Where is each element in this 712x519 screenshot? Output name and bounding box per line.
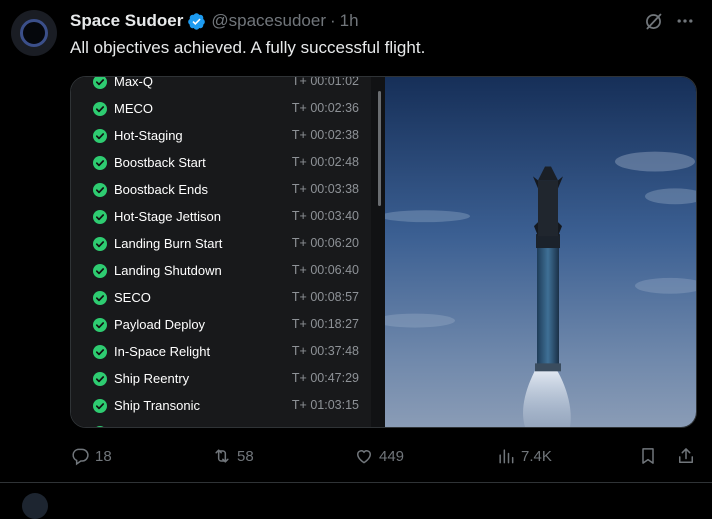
timeline-row: Max-Q T+ 00:01:02: [71, 77, 371, 96]
tweet-media[interactable]: Max-Q T+ 00:01:02 MECO T+ 00:02:36 Hot-Stagi…: [70, 76, 697, 428]
event-time: T+ 00:18:27: [291, 317, 359, 331]
event-label: Ship Reentry: [114, 371, 190, 386]
views-chart-icon: [499, 449, 514, 464]
repost-icon: [215, 449, 229, 463]
timeline-scrollbar: [378, 91, 381, 206]
tweet-text: All objectives achieved. A fully success…: [70, 38, 426, 57]
bookmark-icon: [642, 448, 654, 464]
timeline-row: Ship Subsonic T+ 01:04:30: [71, 420, 371, 427]
tweet-timestamp[interactable]: 1h: [340, 11, 359, 31]
event-label: Hot-Staging: [114, 128, 183, 143]
timeline-row: Hot-Stage Jettison T+ 00:03:40: [71, 204, 371, 231]
view-count: 7.4K: [521, 447, 552, 465]
bookmark-button[interactable]: [638, 444, 663, 468]
check-circle-icon: [93, 237, 107, 251]
like-count: 449: [379, 447, 405, 465]
timeline-row: In-Space Relight T+ 00:37:48: [71, 339, 371, 366]
event-time: T+ 00:02:48: [291, 155, 359, 169]
more-options-icon[interactable]: [675, 11, 695, 31]
event-label: Ship Transonic: [114, 398, 200, 413]
timeline-row: Ship Reentry T+ 00:47:29: [71, 366, 371, 393]
check-circle-icon: [93, 183, 107, 197]
views-button[interactable]: 7.4K: [496, 444, 552, 468]
check-circle-icon: [96, 426, 104, 427]
check-circle-icon: [93, 210, 107, 224]
reply-count: 18: [95, 447, 112, 465]
mission-timeline-list: Max-Q T+ 00:01:02 MECO T+ 00:02:36 Hot-Stagi…: [71, 77, 371, 427]
timeline-row: SECO T+ 00:08:57: [71, 285, 371, 312]
check-circle-icon: [93, 372, 107, 386]
reply-button[interactable]: 18: [70, 444, 112, 468]
tweet-actions: 18 58 449 7.4K: [70, 444, 700, 468]
check-circle-icon: [93, 345, 107, 359]
timeline-row: Hot-Staging T+ 00:02:38: [71, 123, 371, 150]
event-time: T+ 01:03:15: [291, 398, 359, 412]
event-label: Ship Subsonic: [114, 425, 197, 427]
heart-icon: [356, 450, 372, 464]
next-tweet-avatar[interactable]: [22, 493, 48, 519]
timeline-row: Ship Transonic T+ 01:03:15: [71, 393, 371, 420]
repost-button[interactable]: 58: [212, 444, 254, 468]
event-time: T+ 00:06:40: [291, 263, 359, 277]
share-button[interactable]: [676, 444, 701, 468]
check-circle-icon: [93, 102, 107, 116]
event-label: Boostback Ends: [114, 182, 208, 197]
timeline-row: MECO T+ 00:02:36: [71, 96, 371, 123]
event-time: T+ 00:08:57: [291, 290, 359, 304]
event-time: T+ 01:04:30: [292, 425, 359, 427]
check-circle-icon: [93, 77, 107, 89]
author-name[interactable]: Space Sudoer: [70, 11, 183, 31]
avatar[interactable]: [11, 10, 57, 56]
check-circle-icon: [93, 399, 107, 413]
grok-icon[interactable]: [643, 11, 664, 32]
timeline-row: Landing Shutdown T+ 00:06:40: [71, 258, 371, 285]
check-circle-icon: [93, 318, 107, 332]
reply-icon: [72, 448, 89, 466]
check-circle-icon: [93, 129, 107, 143]
timeline-row: Landing Burn Start T+ 00:06:20: [71, 231, 371, 258]
timeline-row: Boostback Start T+ 00:02:48: [71, 150, 371, 177]
share-icon: [679, 448, 693, 463]
event-label: Payload Deploy: [114, 317, 206, 332]
check-circle-icon: [93, 156, 107, 170]
starship-launch-photo: [385, 77, 696, 427]
event-time: T+ 00:06:20: [291, 236, 359, 250]
event-label: In-Space Relight: [114, 344, 211, 359]
event-time: T+ 00:01:02: [291, 77, 359, 88]
event-time: T+ 00:02:38: [291, 128, 359, 142]
timeline-row: Boostback Ends T+ 00:03:38: [71, 177, 371, 204]
event-time: T+ 00:03:38: [291, 182, 359, 196]
event-label: Max-Q: [114, 77, 153, 89]
header-separator: ·: [329, 11, 336, 30]
event-label: MECO: [114, 101, 153, 116]
repost-count: 58: [237, 447, 254, 465]
event-label: Boostback Start: [114, 155, 206, 170]
event-label: Hot-Stage Jettison: [114, 209, 221, 224]
event-label: SECO: [114, 290, 151, 305]
tweet-divider: [0, 482, 712, 483]
event-time: T+ 00:47:29: [291, 371, 359, 385]
event-time: T+ 00:03:40: [291, 209, 359, 223]
like-button[interactable]: 449: [354, 444, 404, 468]
event-time: T+ 00:02:36: [291, 101, 359, 115]
event-label: Landing Shutdown: [114, 263, 222, 278]
event-time: T+ 00:37:48: [291, 344, 359, 358]
tweet-header: Space Sudoer @spacesudoer · 1h: [70, 10, 359, 32]
timeline-row: Payload Deploy T+ 00:18:27: [71, 312, 371, 339]
check-circle-icon: [93, 291, 107, 305]
avatar-ring: [20, 19, 48, 47]
author-handle[interactable]: @spacesudoer: [211, 11, 326, 31]
check-circle-icon: [93, 264, 107, 278]
verified-badge-icon[interactable]: [187, 12, 206, 31]
timeline-screenshot: Max-Q T+ 00:01:02 MECO T+ 00:02:36 Hot-Stagi…: [71, 77, 385, 427]
event-label: Landing Burn Start: [114, 236, 223, 251]
